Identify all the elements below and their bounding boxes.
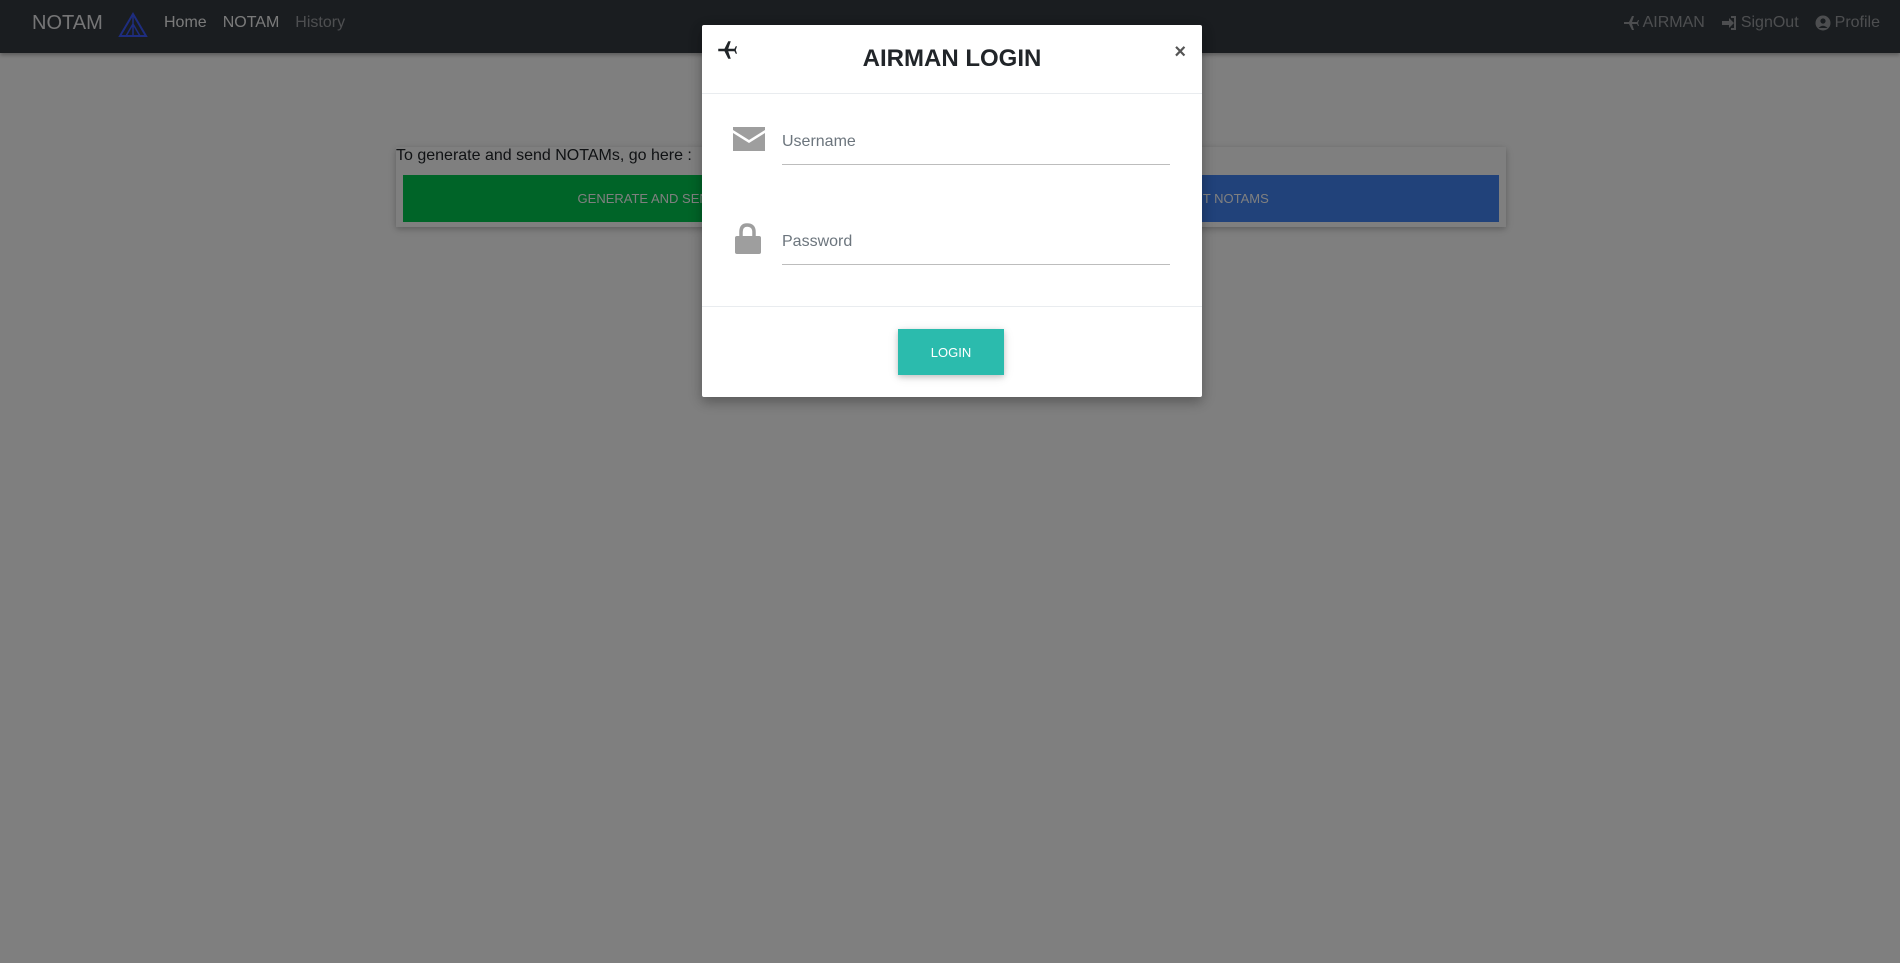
username-input[interactable] [782,120,1170,165]
airman-login-modal: AIRMAN LOGIN × LOGIN [702,25,1202,397]
login-button[interactable]: LOGIN [898,329,1004,375]
password-input[interactable] [782,220,1170,265]
modal-header: AIRMAN LOGIN × [702,25,1202,94]
password-row [732,220,1172,270]
lock-icon [735,223,761,254]
close-button[interactable]: × [1174,41,1186,64]
username-row [732,120,1172,170]
envelope-icon [733,127,765,151]
modal-title: AIRMAN LOGIN [862,45,1042,72]
modal-footer: LOGIN [702,306,1202,397]
